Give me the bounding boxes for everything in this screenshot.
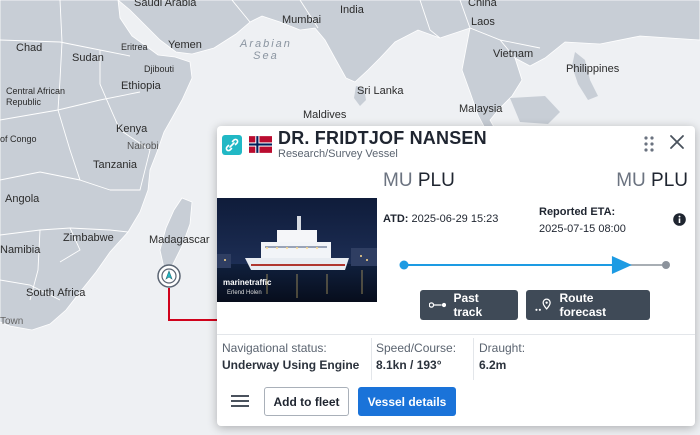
draught-label: Draught: [479, 341, 526, 355]
map-label-angola: Angola [5, 193, 40, 205]
route-start-dot [399, 260, 409, 270]
map-label-laos: Laos [471, 16, 495, 28]
map-label-tanzania: Tanzania [93, 159, 138, 171]
map-label-zimbabwe: Zimbabwe [63, 232, 114, 244]
hamburger-menu-icon[interactable] [231, 394, 249, 408]
norway-flag-icon [249, 136, 272, 153]
atd-value: 2025-06-29 15:23 [411, 213, 499, 225]
nav-status-value: Underway Using Engine [222, 358, 360, 372]
stats-divider [371, 338, 372, 380]
close-icon[interactable] [669, 134, 685, 150]
atd-label: ATD: [383, 213, 409, 225]
vessel-photo[interactable]: marinetraffic Erlend Holen [217, 198, 377, 302]
map-label-chad: Chad [16, 42, 43, 54]
eta-label: Reported ETA: [539, 206, 616, 218]
vessel-type: Research/Survey Vessel [278, 148, 398, 160]
map-label-namibia: Namibia [0, 244, 41, 256]
vessel-position-arrow [611, 256, 632, 274]
past-track-button[interactable]: Past track [420, 290, 518, 320]
route-progress-bar [399, 256, 670, 274]
vessel-location-marker[interactable] [157, 263, 181, 289]
vessel-info-card: DR. FRIDTJOF NANSEN Research/Survey Vess… [217, 126, 695, 426]
map-label-sri-lanka: Sri Lanka [357, 85, 404, 97]
vessel-name: DR. FRIDTJOF NANSEN [278, 128, 487, 148]
track-line-icon [429, 302, 447, 308]
departure-port[interactable]: MU PLU [383, 170, 455, 192]
route-end-dot [662, 261, 670, 269]
speed-course-value: 8.1kn / 193° [376, 358, 442, 372]
map-label-ethiopia: Ethiopia [121, 80, 161, 92]
map-label-vietnam: Vietnam [493, 48, 534, 60]
destination-port[interactable]: MU PLU [616, 170, 688, 192]
route-forecast-button[interactable]: Route forecast [526, 290, 650, 320]
map-label-eritrea: Eritrea [121, 42, 148, 52]
card-divider [217, 334, 695, 335]
map-label-djibouti: Djibouti [144, 64, 175, 74]
map-label-arabian-sea: Arabian Sea [240, 38, 292, 62]
past-track-label: Past track [453, 291, 483, 319]
photo-watermark: marinetraffic [223, 278, 272, 287]
photo-credit: Erlend Holen [227, 290, 262, 296]
map-label-town: Town [0, 316, 24, 327]
drag-handle-icon[interactable] [644, 136, 654, 152]
map-label-nairobi: Nairobi [127, 141, 159, 152]
map-label-saudi-arabia: Saudi Arabia [134, 0, 197, 9]
map-label-yemen: Yemen [168, 39, 202, 51]
add-to-fleet-button[interactable]: Add to fleet [264, 387, 349, 416]
eta-value: 2025-07-15 08:00 [539, 223, 626, 235]
map-label-philippines: Philippines [566, 63, 620, 75]
route-forecast-label: Route forecast [559, 291, 607, 319]
map-label-car: Central African Republic [6, 86, 66, 107]
map-label-kenya: Kenya [116, 123, 148, 135]
map-label-india: India [340, 4, 364, 16]
link-icon[interactable] [222, 135, 242, 155]
speed-course-label: Speed/Course: [376, 341, 457, 355]
map-label-maldives: Maldives [303, 109, 347, 121]
destination-port-country: MU [616, 170, 646, 191]
map-label-madagascar: Madagascar [149, 234, 210, 246]
map-label-congo: of Congo [0, 134, 37, 144]
map-label-malaysia: Malaysia [459, 103, 503, 115]
info-icon[interactable] [673, 213, 686, 226]
departure-port-code: PLU [417, 170, 455, 191]
map-label-south-africa: South Africa [26, 287, 86, 299]
vessel-details-button[interactable]: Vessel details [358, 387, 456, 416]
route-pin-icon [535, 298, 551, 311]
destination-port-code: PLU [651, 170, 688, 191]
atd-info: ATD: 2025-06-29 15:23 [383, 213, 498, 225]
map-label-sudan: Sudan [72, 52, 104, 64]
map-label-mumbai: Mumbai [282, 14, 322, 26]
nav-status-label: Navigational status: [222, 341, 327, 355]
departure-port-country: MU [383, 170, 413, 191]
stats-divider [473, 338, 474, 380]
draught-value: 6.2m [479, 358, 507, 372]
map-label-china: China [468, 0, 497, 9]
